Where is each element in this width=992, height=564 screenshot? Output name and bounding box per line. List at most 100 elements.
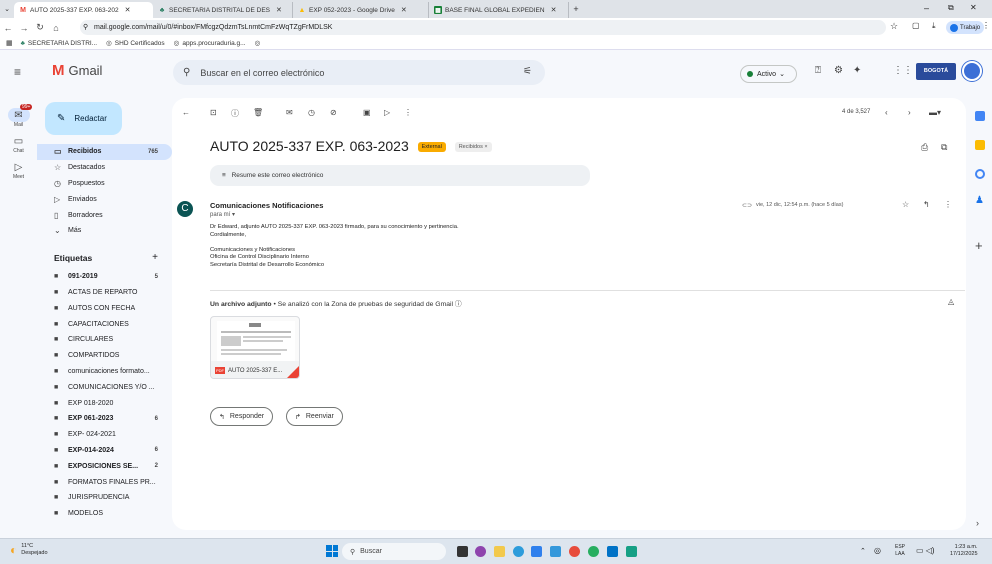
minimize-icon[interactable]: – <box>924 3 929 13</box>
extensions-icon[interactable]: ▢ <box>912 21 920 30</box>
tab-drive[interactable]: ▲ EXP 052-2023 - Google Drive ✕ <box>293 2 429 18</box>
forward-icon[interactable]: → <box>16 23 32 33</box>
edge-icon[interactable] <box>513 546 524 557</box>
chrome-profile-icon[interactable] <box>588 546 599 557</box>
bookmark-item[interactable]: ◎ SHD Certificados <box>106 39 165 48</box>
rail-chat[interactable]: ▭ Chat <box>0 134 37 155</box>
rail-mail[interactable]: ✉ 99+ Mail <box>0 104 37 128</box>
sidebar-label-item[interactable]: ■ MODELOS <box>37 506 172 522</box>
profile-button[interactable]: Trabajo <box>946 21 985 34</box>
bookmark-star-icon[interactable]: ☆ <box>890 21 898 32</box>
prev-email-icon[interactable]: ‹ <box>885 108 888 117</box>
add-label-icon[interactable]: + <box>152 252 158 263</box>
close-icon[interactable]: ✕ <box>401 6 407 14</box>
chat-app-icon[interactable] <box>550 546 561 557</box>
summarize-button[interactable]: ≡ Resume este correo electrónico <box>210 165 590 186</box>
chrome-icon[interactable] <box>569 546 580 557</box>
store-icon[interactable] <box>531 546 542 557</box>
snooze-icon[interactable]: ◷ <box>308 108 315 117</box>
tasks-icon[interactable] <box>975 169 985 179</box>
search-input[interactable]: ⚲ Buscar en el correo electrónico ⚟ <box>173 60 545 85</box>
search-options-icon[interactable]: ⚟ <box>523 66 532 77</box>
new-window-icon[interactable]: ⧉ <box>941 142 947 153</box>
home-icon[interactable]: ⌂ <box>48 23 64 33</box>
sidebar-label-item[interactable]: ■ JURISPRUDENCIA <box>37 490 172 506</box>
status-dropdown[interactable]: Activo ⌄ <box>740 65 797 83</box>
add-task-icon[interactable]: ⊘ <box>330 108 337 117</box>
file-explorer-icon[interactable] <box>494 546 505 557</box>
delete-icon[interactable]: 🗑 <box>253 108 263 117</box>
report-spam-icon[interactable]: ⓘ <box>231 108 239 119</box>
mark-unread-icon[interactable]: ✉ <box>286 108 293 117</box>
volume-icon[interactable]: ▭ ◁) <box>916 546 935 555</box>
label-icon[interactable]: ▷ <box>384 108 390 117</box>
sidebar-item-sent[interactable]: ▷ Enviados <box>37 191 172 207</box>
next-email-icon[interactable]: › <box>908 108 911 117</box>
sidebar-label-item[interactable]: ■ ACTAS DE REPARTO <box>37 285 172 301</box>
back-to-inbox-icon[interactable]: ← <box>182 108 190 117</box>
compose-button[interactable]: ✎ Redactar <box>45 102 122 135</box>
apps-icon[interactable]: ⋮⋮ <box>893 65 913 76</box>
calendar-icon[interactable] <box>975 111 985 121</box>
sidebar-label-item[interactable]: ■ COMUNICACIONES Y/O ... <box>37 379 172 395</box>
browser-menu-icon[interactable]: ⋮ <box>982 21 990 30</box>
bookmark-item[interactable]: ◎ <box>255 39 261 47</box>
network-icon[interactable]: ◎ <box>874 546 881 555</box>
keep-icon[interactable] <box>975 140 985 150</box>
hamburger-menu-icon[interactable]: ≡ <box>14 65 21 79</box>
bookmark-item[interactable]: ◎ apps.procuraduria.g... <box>174 39 246 48</box>
search-icon[interactable]: ⚲ <box>183 67 190 78</box>
bookmark-item[interactable]: ♣ SECRETARIA DISTRI... <box>21 40 98 47</box>
sidebar-item-snoozed[interactable]: ◷ Pospuestos <box>37 176 172 192</box>
back-icon[interactable]: ← <box>0 23 16 33</box>
sidebar-label-item[interactable]: ■ EXP- 024-2021 <box>37 427 172 443</box>
taskbar-search[interactable]: ⚲ Buscar <box>342 543 446 560</box>
teams-icon[interactable] <box>626 546 637 557</box>
apps-grid-icon[interactable]: ▦ <box>6 39 13 47</box>
sidebar-label-item[interactable]: ■ CAPACITACIONES <box>37 316 172 332</box>
forward-button[interactable]: ↱ Reenviar <box>286 407 343 426</box>
org-logo[interactable]: BOGOTÁ <box>916 63 956 80</box>
weather-widget[interactable]: ◐ 11°C Despejado <box>10 543 48 557</box>
add-to-drive-icon[interactable]: ◬ <box>948 297 954 306</box>
sidebar-item-drafts[interactable]: ▯ Borradores <box>37 207 172 223</box>
help-icon[interactable]: ⍰ <box>815 65 821 76</box>
reply-icon[interactable]: ↰ <box>923 200 930 209</box>
sidebar-label-item[interactable]: ■ comunicaciones formato... <box>37 364 172 380</box>
close-icon[interactable]: ✕ <box>551 6 557 14</box>
gmail-logo[interactable]: M Gmail <box>52 62 102 79</box>
url-field[interactable]: ⚲ mail.google.com/mail/u/0/#inbox/FMfcgz… <box>80 20 886 35</box>
sidebar-label-item[interactable]: ■ EXP 061-2023 6 <box>37 411 172 427</box>
toggle-panel-icon[interactable]: › <box>976 518 979 528</box>
sidebar-label-item[interactable]: ■ CIRCULARES <box>37 332 172 348</box>
rail-meet[interactable]: ▷ Meet <box>0 160 37 181</box>
more-email-options-icon[interactable]: ⋮ <box>944 200 952 209</box>
star-email-icon[interactable]: ☆ <box>902 200 909 209</box>
move-to-icon[interactable]: ▣ <box>363 108 371 117</box>
widgets-icon[interactable] <box>475 546 486 557</box>
reload-icon[interactable]: ↻ <box>32 22 48 33</box>
maximize-icon[interactable]: ⧉ <box>948 3 954 13</box>
sidebar-item-inbox[interactable]: ▭ Recibidos 765 <box>37 144 172 160</box>
gemini-icon[interactable]: ✦ <box>853 65 861 76</box>
get-addons-icon[interactable]: + <box>975 238 983 253</box>
start-icon[interactable] <box>326 545 338 557</box>
close-window-icon[interactable]: ✕ <box>970 3 977 12</box>
recipient-toggle[interactable]: para mí ▾ <box>210 211 235 218</box>
close-icon[interactable]: ✕ <box>276 6 282 14</box>
print-icon[interactable]: ⎙ <box>921 142 928 153</box>
sidebar-label-item[interactable]: ■ COMPARTIDOS <box>37 348 172 364</box>
tab-sheets[interactable]: ▦ BASE FINAL GLOBAL EXPEDIEN ✕ <box>429 2 569 18</box>
outlook-icon[interactable] <box>607 546 618 557</box>
sidebar-label-item[interactable]: ■ EXPOSICIONES SE... 2 <box>37 458 172 474</box>
account-avatar[interactable] <box>962 61 982 81</box>
reply-button[interactable]: ↰ Responder <box>210 407 274 426</box>
contacts-icon[interactable]: ♟ <box>975 196 985 206</box>
task-view-icon[interactable] <box>457 546 468 557</box>
download-icon[interactable]: ⤓ <box>932 21 936 31</box>
tab-search-button[interactable]: ⌄ <box>0 5 14 13</box>
more-options-icon[interactable]: ⋮ <box>404 108 412 117</box>
inbox-label-chip[interactable]: Recibidos × <box>454 142 492 153</box>
sidebar-item-starred[interactable]: ☆ Destacados <box>37 160 172 176</box>
language-indicator[interactable]: ESP LAA <box>895 544 905 558</box>
